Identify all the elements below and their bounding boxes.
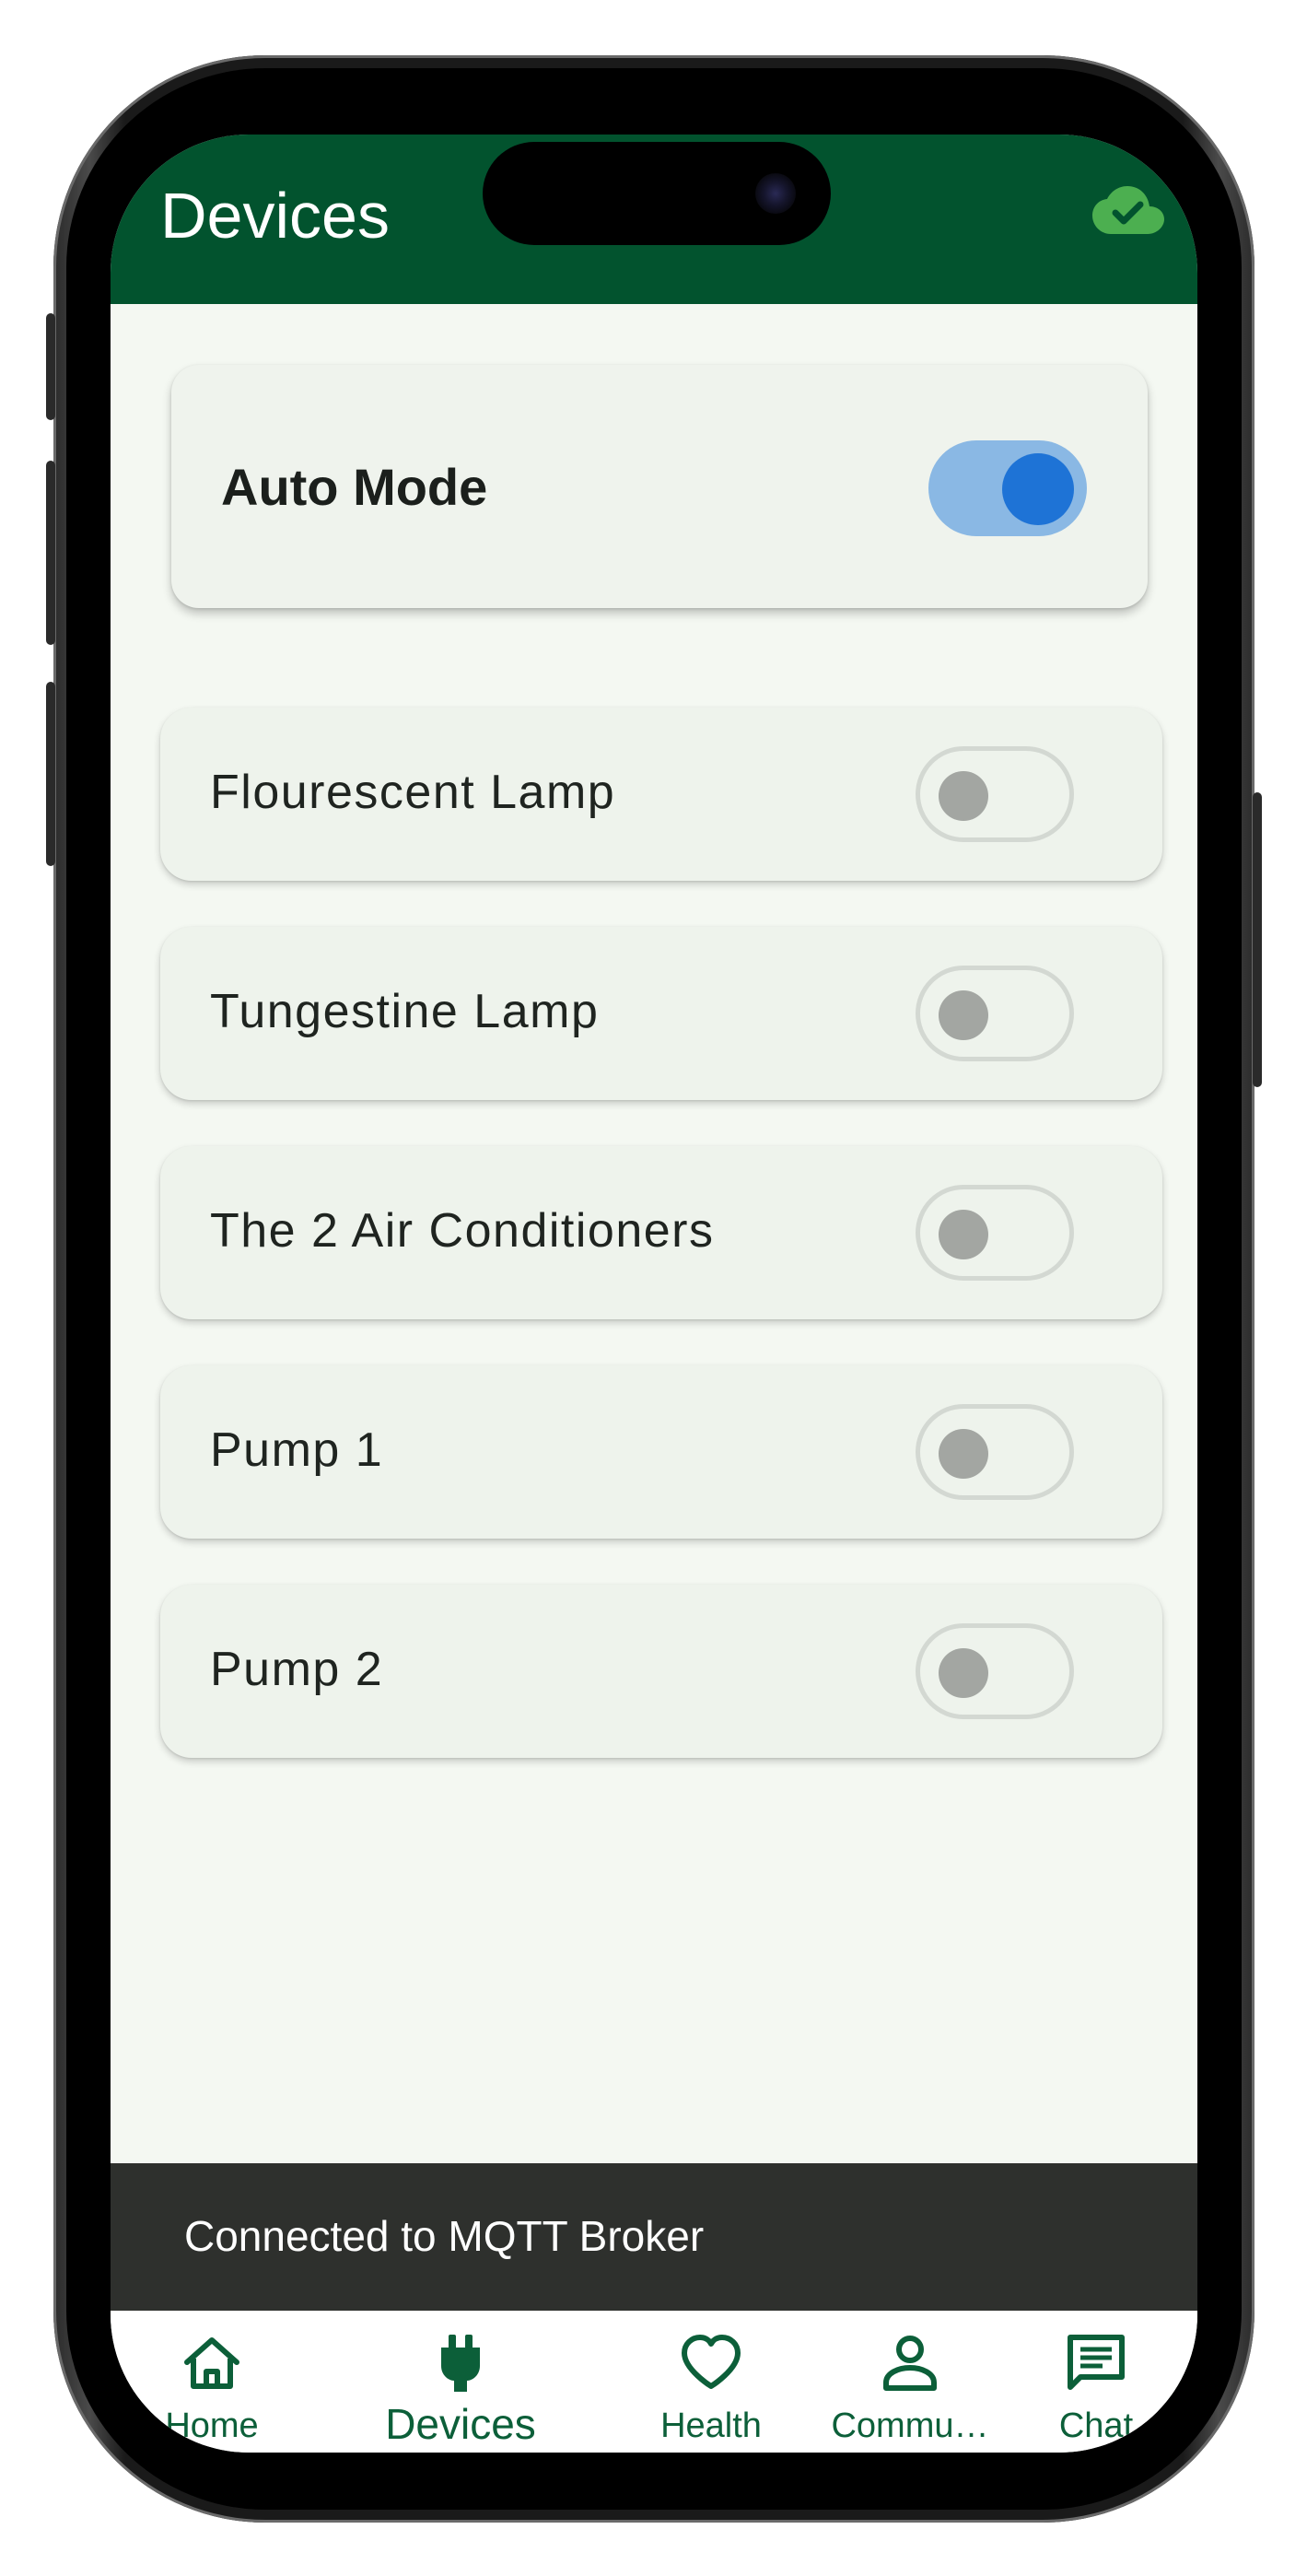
volume-up-button	[46, 461, 55, 645]
nav-label: Devices	[385, 2400, 536, 2448]
nav-label: Commu…	[831, 2406, 989, 2445]
toggle-thumb	[939, 1429, 988, 1479]
device-name: Pump 2	[210, 1643, 384, 1696]
auto-mode-toggle[interactable]	[928, 440, 1087, 536]
dynamic-island	[483, 142, 831, 245]
nav-item-community[interactable]: Commu…	[809, 2311, 1011, 2453]
device-card-pump-1: Pump 1	[160, 1365, 1162, 1539]
device-toggle[interactable]	[916, 1404, 1074, 1500]
nav-label: Health	[660, 2406, 762, 2445]
toggle-thumb	[939, 771, 988, 821]
device-toggle[interactable]	[916, 1185, 1074, 1281]
bottom-nav: Home Devices Health Commu… Chat	[111, 2311, 1197, 2453]
device-toggle[interactable]	[916, 746, 1074, 842]
device-card-pump-2: Pump 2	[160, 1585, 1162, 1758]
device-toggle[interactable]	[916, 966, 1074, 1061]
device-toggle[interactable]	[916, 1623, 1074, 1719]
nav-item-health[interactable]: Health	[610, 2311, 812, 2453]
nav-item-devices[interactable]: Devices	[359, 2311, 562, 2453]
toggle-thumb	[939, 1210, 988, 1259]
snackbar: Connected to MQTT Broker	[111, 2163, 1197, 2311]
action-button	[46, 313, 55, 420]
app-screen: Devices Auto Mode Flourescent Lamp Tunge…	[111, 135, 1197, 2453]
toggle-thumb	[1002, 453, 1074, 525]
power-button	[1253, 792, 1262, 1087]
heart-icon	[682, 2335, 741, 2389]
nav-item-home[interactable]: Home	[111, 2311, 313, 2453]
device-name: Pump 1	[210, 1423, 384, 1477]
device-name: Flourescent Lamp	[210, 766, 616, 819]
toggle-thumb	[939, 1648, 988, 1698]
front-camera	[755, 173, 796, 214]
home-icon	[184, 2337, 239, 2389]
toggle-thumb	[939, 990, 988, 1040]
device-card-air-conditioners: The 2 Air Conditioners	[160, 1146, 1162, 1319]
device-card-tungsten-lamp: Tungestine Lamp	[160, 927, 1162, 1100]
snackbar-message: Connected to MQTT Broker	[184, 2212, 705, 2260]
device-name: Tungestine Lamp	[210, 985, 600, 1038]
nav-label: Chat	[1058, 2406, 1134, 2445]
person-icon	[883, 2336, 937, 2391]
device-card-fluorescent-lamp: Flourescent Lamp	[160, 708, 1162, 881]
cloud-done-icon[interactable]	[1091, 182, 1166, 241]
auto-mode-label: Auto Mode	[221, 458, 488, 516]
nav-label: Home	[165, 2406, 259, 2445]
nav-item-chat[interactable]: Chat	[995, 2311, 1197, 2453]
auto-mode-card: Auto Mode	[171, 365, 1148, 608]
plug-icon	[441, 2335, 480, 2392]
page-title: Devices	[160, 180, 390, 252]
chat-icon	[1068, 2335, 1125, 2390]
volume-down-button	[46, 682, 55, 866]
device-name: The 2 Air Conditioners	[210, 1204, 715, 1258]
